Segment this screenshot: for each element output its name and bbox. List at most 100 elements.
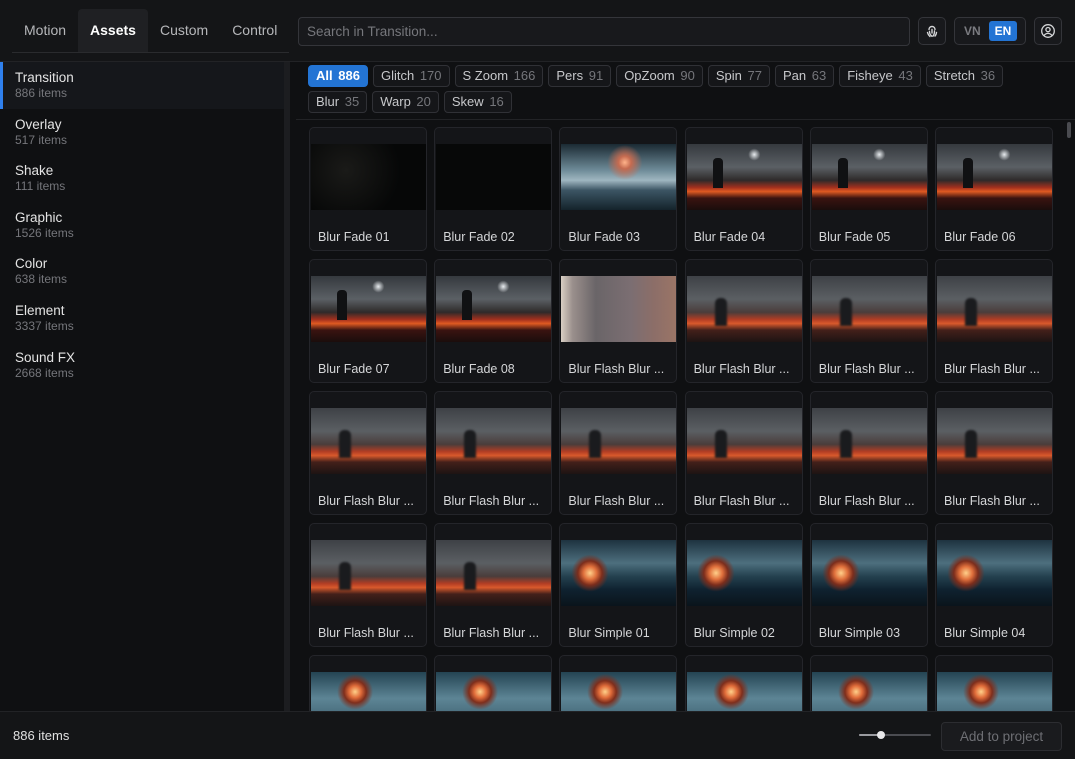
asset-card[interactable]: Blur Flash Blur ... [935, 391, 1053, 515]
thumbnail-size-slider[interactable] [859, 727, 931, 743]
tab-motion[interactable]: Motion [12, 9, 78, 52]
asset-card[interactable]: Blur Flash Blur ... [559, 259, 678, 383]
asset-card[interactable]: Blur Fade 06 [935, 127, 1053, 251]
asset-label: Blur Flash Blur ... [318, 626, 414, 640]
asset-card[interactable] [309, 655, 427, 711]
add-to-project-button[interactable]: Add to project [941, 722, 1062, 751]
filter-chip-warp[interactable]: Warp 20 [372, 91, 439, 113]
category-shake[interactable]: Shake 111 items [0, 155, 284, 202]
filter-chip-glitch[interactable]: Glitch 170 [372, 65, 450, 87]
asset-thumbnail [811, 144, 927, 210]
asset-thumbnail [686, 408, 802, 474]
asset-label: Blur Flash Blur ... [818, 494, 915, 508]
category-name: Transition [15, 70, 74, 85]
chip-label: Skew [451, 94, 484, 109]
chip-count: 886 [338, 68, 360, 83]
chip-count: 90 [680, 68, 695, 83]
chip-count: 35 [344, 94, 360, 109]
asset-card[interactable]: Blur Simple 04 [935, 523, 1053, 647]
category-graphic[interactable]: Graphic 1526 items [0, 202, 284, 249]
asset-card[interactable]: Blur Flash Blur ... [809, 391, 928, 515]
asset-card[interactable]: Blur Fade 01 [309, 127, 427, 251]
chip-count: 20 [416, 94, 431, 109]
asset-thumbnail [561, 276, 677, 342]
top-bar: Motion Assets Custom Control VN EN [0, 0, 1075, 62]
asset-card[interactable]: Blur Fade 04 [684, 127, 803, 251]
account-button[interactable] [1034, 17, 1062, 45]
filter-chip-spin[interactable]: Spin 77 [707, 65, 770, 87]
asset-thumbnail [436, 672, 552, 711]
asset-label: Blur Fade 08 [443, 362, 515, 376]
asset-card[interactable] [434, 655, 553, 711]
asset-card[interactable]: Blur Flash Blur ... [434, 391, 553, 515]
asset-card[interactable]: Blur Flash Blur ... [309, 523, 427, 647]
category-name: Shake [15, 163, 54, 179]
tab-assets[interactable]: Assets [78, 9, 148, 52]
asset-card[interactable] [935, 655, 1053, 711]
asset-card[interactable]: Blur Flash Blur ... [809, 259, 928, 383]
asset-label: Blur Flash Blur ... [693, 494, 790, 508]
asset-card[interactable] [559, 655, 678, 711]
asset-thumbnail [811, 672, 927, 711]
category-sound-fx[interactable]: Sound FX 2668 items [0, 342, 284, 389]
scrollbar-thumb[interactable] [1067, 122, 1071, 138]
category-color[interactable]: Color 638 items [0, 248, 284, 295]
asset-label: Blur Flash Blur ... [944, 494, 1040, 508]
asset-card[interactable]: Blur Simple 02 [684, 523, 803, 647]
lang-en-option[interactable]: EN [988, 21, 1018, 41]
filter-chip-fisheye[interactable]: Fisheye 43 [839, 65, 921, 87]
tab-custom[interactable]: Custom [148, 9, 220, 52]
asset-label: Blur Fade 07 [318, 362, 390, 376]
asset-card[interactable]: Blur Fade 02 [434, 127, 553, 251]
asset-card[interactable]: Blur Fade 08 [434, 259, 553, 383]
asset-card[interactable] [809, 655, 928, 711]
filter-chip-all[interactable]: All 886 [308, 65, 368, 87]
asset-card[interactable]: Blur Simple 03 [809, 523, 928, 647]
asset-thumbnail [436, 276, 552, 342]
asset-card[interactable]: Blur Flash Blur ... [309, 391, 427, 515]
asset-card[interactable]: Blur Fade 05 [809, 127, 928, 251]
category-element[interactable]: Element 3337 items [0, 295, 284, 342]
category-transition[interactable]: Transition 886 items [0, 62, 284, 109]
asset-thumbnail [686, 276, 802, 342]
asset-card[interactable]: Blur Flash Blur ... [559, 391, 678, 515]
chip-label: All [316, 68, 333, 83]
asset-label: Blur Flash Blur ... [818, 362, 915, 376]
asset-card[interactable]: Blur Fade 03 [559, 127, 678, 251]
tab-control[interactable]: Control [220, 9, 289, 52]
asset-thumbnail [311, 144, 426, 210]
grid-scrollbar[interactable] [1067, 120, 1073, 711]
asset-card[interactable]: Blur Flash Blur ... [434, 523, 553, 647]
chip-label: Fisheye [847, 68, 893, 83]
filter-divider [296, 119, 1075, 120]
filter-chip-opzoom[interactable]: OpZoom 90 [616, 65, 703, 87]
chip-label: OpZoom [624, 68, 675, 83]
asset-label: Blur Fade 06 [944, 230, 1016, 244]
slider-knob[interactable] [876, 731, 885, 739]
category-overlay[interactable]: Overlay 517 items [0, 109, 284, 156]
search-input[interactable] [298, 17, 910, 46]
asset-label: Blur Flash Blur ... [693, 362, 790, 376]
filter-chip-blur[interactable]: Blur 35 [308, 91, 368, 113]
filter-chip-s-zoom[interactable]: S Zoom 166 [454, 65, 544, 87]
filter-button[interactable] [918, 17, 946, 45]
filter-chip-skew[interactable]: Skew 16 [443, 91, 512, 113]
filter-chip-stretch[interactable]: Stretch 36 [925, 65, 1004, 87]
asset-card[interactable]: Blur Flash Blur ... [935, 259, 1053, 383]
asset-card[interactable]: Blur Flash Blur ... [684, 391, 803, 515]
asset-thumbnail [311, 408, 426, 474]
lang-vn-option[interactable]: VN [958, 21, 987, 41]
asset-card[interactable] [684, 655, 803, 711]
category-count: 517 items [15, 132, 68, 147]
category-name: Element [15, 302, 65, 318]
chip-count: 16 [489, 94, 504, 109]
asset-card[interactable]: Blur Flash Blur ... [684, 259, 803, 383]
asset-thumbnail [311, 540, 426, 606]
asset-label: Blur Flash Blur ... [318, 494, 414, 508]
filter-chip-pers[interactable]: Pers 91 [548, 65, 612, 87]
asset-thumbnail [436, 408, 552, 474]
asset-thumbnail [686, 144, 802, 210]
asset-card[interactable]: Blur Simple 01 [559, 523, 678, 647]
asset-card[interactable]: Blur Fade 07 [309, 259, 427, 383]
filter-chip-pan[interactable]: Pan 63 [774, 65, 835, 87]
